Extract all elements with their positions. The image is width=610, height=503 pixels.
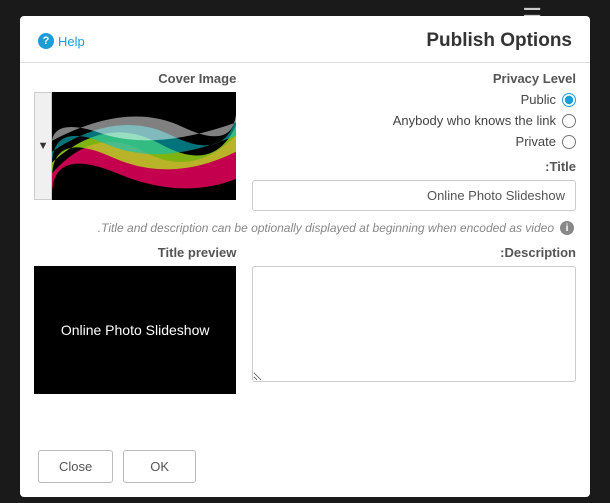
info-icon: i — [560, 221, 574, 235]
dialog-header: Publish Options Help ? — [20, 16, 590, 62]
privacy-private[interactable]: Private — [252, 134, 576, 149]
preview-label: Title preview — [34, 245, 236, 260]
dialog-body: Privacy Level Public Anybody who knows t… — [20, 62, 590, 436]
ok-button[interactable]: OK — [123, 450, 196, 483]
title-input[interactable] — [252, 180, 576, 211]
preview-text: Online Photo Slideshow — [61, 322, 210, 338]
cover-thumbnail[interactable] — [52, 92, 236, 200]
radio-public-label: Public — [521, 92, 556, 107]
radio-link[interactable] — [562, 114, 576, 128]
privacy-link[interactable]: Anybody who knows the link — [252, 113, 576, 128]
cover-label: Cover Image — [34, 71, 236, 86]
title-preview: Online Photo Slideshow — [34, 266, 236, 394]
help-label: Help — [58, 34, 85, 49]
description-label: Description: — [252, 245, 576, 260]
title-label: Title: — [252, 159, 576, 174]
close-button[interactable]: Close — [38, 450, 113, 483]
cover-image-picker[interactable]: ▼ — [34, 92, 236, 200]
radio-private-label: Private — [516, 134, 556, 149]
publish-dialog: Publish Options Help ? Privacy Level Pub… — [20, 16, 590, 497]
privacy-radio-group: Public Anybody who knows the link Privat… — [252, 92, 576, 149]
radio-private[interactable] — [562, 135, 576, 149]
privacy-label: Privacy Level — [252, 71, 576, 86]
dialog-footer: OK Close — [20, 436, 590, 497]
help-link[interactable]: Help ? — [38, 33, 85, 49]
description-textarea[interactable] — [252, 266, 576, 382]
dialog-title: Publish Options — [426, 30, 572, 52]
radio-link-label: Anybody who knows the link — [393, 113, 556, 128]
help-icon: ? — [38, 33, 54, 49]
hint-row: i Title and description can be optionall… — [34, 211, 576, 241]
radio-public[interactable] — [562, 93, 576, 107]
cover-scroll-down[interactable]: ▼ — [34, 92, 52, 200]
privacy-public[interactable]: Public — [252, 92, 576, 107]
hint-text: Title and description can be optionally … — [98, 221, 554, 235]
abstract-wave-image — [52, 92, 236, 200]
